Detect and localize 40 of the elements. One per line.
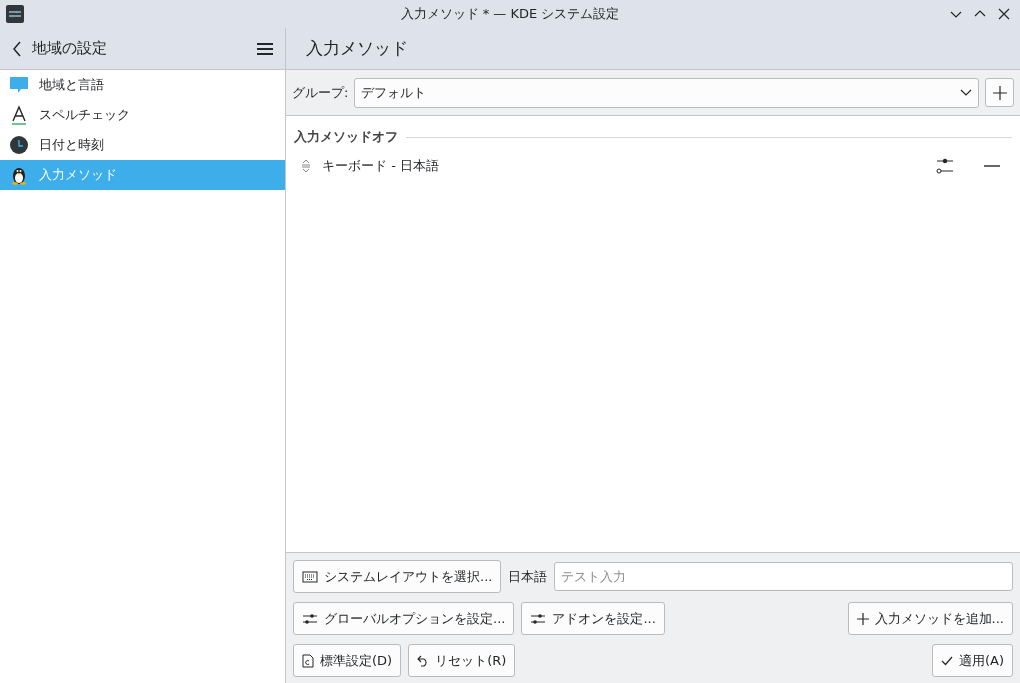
page-title: 入力メソッド	[306, 37, 408, 60]
menu-icon[interactable]	[257, 41, 273, 56]
speech-bubble-icon	[9, 75, 29, 95]
keyboard-icon	[302, 570, 318, 583]
document-icon	[302, 653, 314, 668]
settings-app-icon	[6, 5, 24, 23]
group-label: グループ:	[292, 83, 349, 102]
sidebar-item[interactable]: 地域と言語	[0, 70, 285, 100]
close-icon[interactable]	[998, 8, 1010, 20]
add-group-button[interactable]	[985, 78, 1014, 107]
global-options-button[interactable]: グローバルオプションを設定...	[293, 602, 515, 635]
add-input-method-button[interactable]: 入力メソッドを追加...	[847, 602, 1013, 635]
sidebar-item[interactable]: スペルチェック	[0, 100, 285, 130]
sliders-icon	[302, 612, 318, 625]
sidebar-item[interactable]: 日付と時刻	[0, 130, 285, 160]
sidebar-title: 地域の設定	[32, 39, 108, 58]
plus-icon	[992, 85, 1007, 100]
test-language-label: 日本語	[508, 567, 548, 586]
addon-settings-button[interactable]: アドオンを設定...	[521, 602, 665, 635]
sliders-icon	[530, 612, 547, 625]
input-method-name: キーボード - 日本語	[322, 157, 440, 175]
remove-icon[interactable]	[984, 164, 1000, 168]
group-dropdown[interactable]: デフォルト	[354, 77, 979, 108]
drag-handle-icon[interactable]	[300, 158, 312, 174]
back-icon[interactable]	[12, 40, 22, 57]
test-input-field[interactable]: テスト入力	[554, 562, 1013, 591]
chevron-down-icon	[960, 88, 972, 97]
penguin-icon	[9, 165, 29, 185]
clock-icon	[9, 135, 29, 155]
plus-icon	[856, 612, 869, 625]
configure-icon[interactable]	[936, 158, 954, 174]
apply-button[interactable]: 適用(A)	[931, 644, 1013, 677]
checkmark-icon	[940, 655, 953, 666]
defaults-button[interactable]: 標準設定(D)	[293, 644, 402, 677]
letter-a-icon	[9, 105, 29, 125]
section-heading: 入力メソッドオフ	[294, 128, 398, 146]
select-layout-button[interactable]: システムレイアウトを選択...	[293, 560, 502, 593]
reset-button[interactable]: リセット(R)	[408, 644, 516, 677]
window-title: 入力メソッド * — KDE システム設定	[400, 5, 620, 23]
undo-icon	[417, 654, 430, 667]
